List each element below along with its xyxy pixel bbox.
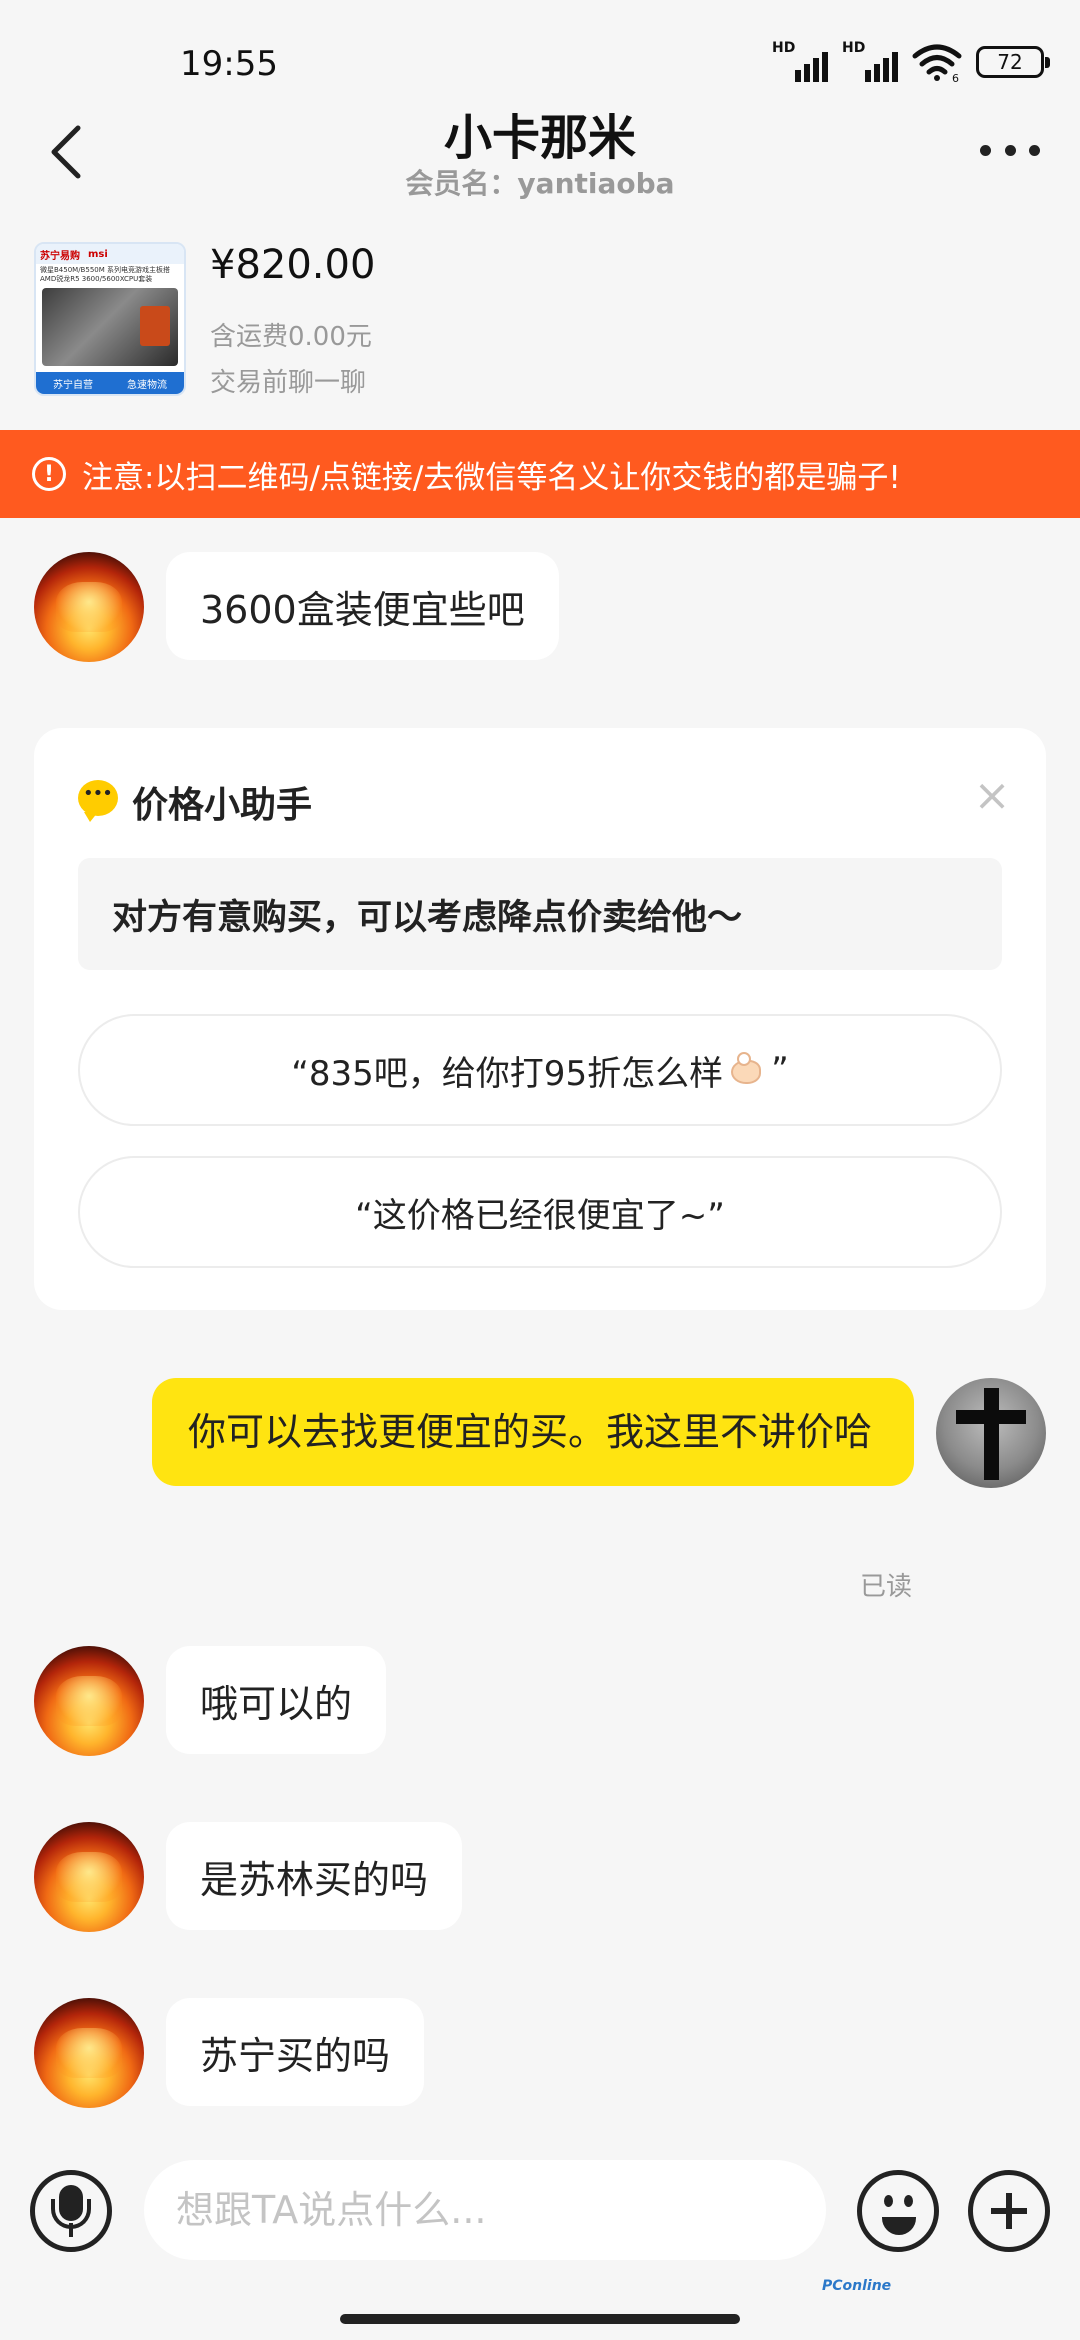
message-text: 是苏林买的吗 — [200, 1857, 429, 1902]
wifi-label: 6 — [952, 72, 959, 82]
suggested-reply-quote: ” — [771, 1050, 789, 1090]
message-text: 你可以去找更便宜的买。我这里不讲价哈 — [188, 1410, 873, 1454]
status-icons: HD HD 6 72 — [772, 40, 1050, 84]
message-text: 哦可以的 — [200, 1681, 353, 1726]
message-input[interactable] — [144, 2160, 826, 2260]
thumb-brand-2: msi — [88, 248, 108, 260]
suggested-reply-2[interactable]: “这价格已经很便宜了~” — [78, 1156, 1002, 1268]
read-status: 已读 — [860, 1572, 913, 1602]
assistant-tip: 对方有意购买，可以考虑降点价卖给他～ — [78, 858, 1002, 970]
signal-hd-label: HD — [842, 40, 866, 56]
page-title: 小卡那米 — [443, 110, 636, 166]
plus-icon[interactable] — [968, 2170, 1050, 2252]
watermark: PConline — [822, 2278, 892, 2294]
message-text: 苏宁买的吗 — [200, 2033, 391, 2078]
suggested-reply-text: “这价格已经很便宜了~” — [355, 1195, 725, 1236]
thumb-tag-2: 急速物流 — [127, 379, 167, 391]
assistant-title: 价格小助手 — [132, 785, 313, 826]
ok-hand-icon — [725, 1050, 769, 1090]
message-bubble[interactable]: 哦可以的 — [166, 1646, 387, 1754]
battery-level: 72 — [997, 50, 1023, 74]
chat-bubble-icon — [78, 780, 118, 822]
signal-icon: HD — [772, 40, 828, 82]
status-time: 19:55 — [180, 44, 278, 84]
warning-icon: ! — [32, 457, 66, 491]
message-bubble-self[interactable]: 你可以去找更便宜的买。我这里不讲价哈 — [152, 1378, 914, 1486]
product-thumbnail[interactable]: 苏宁易购 msi 微星B450M/B550M 系列电竞游戏主板搭AMD锐龙R5 … — [34, 242, 186, 396]
chat-hint: 交易前聊一聊 — [210, 368, 367, 398]
avatar[interactable] — [34, 1646, 144, 1756]
message-bubble[interactable]: 是苏林买的吗 — [166, 1822, 463, 1930]
member-name: 会员名：yantiaoba — [405, 167, 675, 200]
more-icon[interactable] — [980, 140, 1040, 160]
avatar-self[interactable] — [936, 1378, 1046, 1488]
motherboard-image — [42, 288, 178, 366]
message-bubble[interactable]: 3600盒装便宜些吧 — [166, 552, 559, 660]
avatar[interactable] — [34, 1998, 144, 2108]
product-card[interactable]: 苏宁易购 msi 微星B450M/B550M 系列电竞游戏主板搭AMD锐龙R5 … — [34, 242, 1046, 398]
signal-hd-label: HD — [772, 40, 796, 56]
wifi-icon: 6 — [912, 44, 962, 82]
thumb-description: 微星B450M/B550M 系列电竞游戏主板搭AMD锐龙R5 3600/5600… — [40, 266, 170, 283]
chat-header: 小卡那米 会员名：yantiaoba — [0, 90, 1080, 210]
close-icon[interactable]: × — [972, 774, 1012, 818]
input-bar — [0, 2160, 1080, 2270]
suggested-reply-1[interactable]: “835吧，给你打95折怎么样 ” — [78, 1014, 1002, 1126]
microphone-icon[interactable] — [30, 2170, 112, 2252]
signal-icon: HD — [842, 40, 898, 82]
message-text: 3600盒装便宜些吧 — [200, 587, 525, 632]
thumb-brand-1: 苏宁易购 — [40, 250, 80, 262]
warning-text: 注意:以扫二维码/点链接/去微信等名义让你交钱的都是骗子! — [82, 459, 901, 496]
shipping-fee: 含运费0.00元 — [210, 322, 372, 352]
price-assistant-card: 价格小助手 × 对方有意购买，可以考虑降点价卖给他～ “835吧，给你打95折怎… — [34, 728, 1046, 1310]
thumb-tag-1: 苏宁自营 — [53, 379, 93, 391]
product-price: ¥820.00 — [210, 242, 376, 288]
avatar[interactable] — [34, 552, 144, 662]
message-bubble[interactable]: 苏宁买的吗 — [166, 1998, 425, 2106]
emoji-icon[interactable] — [857, 2170, 939, 2252]
avatar[interactable] — [34, 1822, 144, 1932]
battery-icon: 72 — [976, 46, 1050, 78]
scam-warning-banner: ! 注意:以扫二维码/点链接/去微信等名义让你交钱的都是骗子! — [0, 430, 1080, 518]
home-indicator[interactable] — [340, 2314, 740, 2324]
suggested-reply-text: “835吧，给你打95折怎么样 — [291, 1053, 724, 1094]
